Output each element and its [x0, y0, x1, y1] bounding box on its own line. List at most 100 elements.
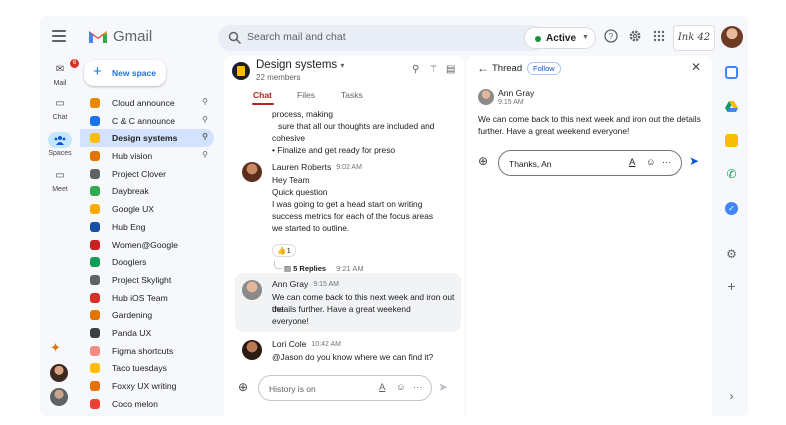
search-input[interactable]: Search mail and chat	[247, 31, 346, 43]
rail-spaces[interactable]: Spaces	[40, 132, 80, 157]
keep-icon[interactable]	[725, 134, 738, 147]
search-bar[interactable]: Search mail and chat ▼	[218, 25, 546, 51]
space-item[interactable]: C & C announce ⚲	[80, 112, 214, 130]
follow-button[interactable]: Follow	[527, 62, 561, 75]
space-name: Taco tuesdays	[112, 363, 167, 374]
gmail-app: Gmail Search mail and chat ▼ Active ▼ ? …	[40, 16, 748, 416]
space-item[interactable]: Hub vision ⚲	[80, 147, 214, 165]
right-sidebar: ✆ ✓ ⚙ + ›	[716, 60, 748, 416]
rail-mail-label: Mail	[53, 80, 67, 87]
add-attachment-icon[interactable]: ⊕	[238, 380, 248, 394]
menu-icon[interactable]	[52, 30, 66, 42]
message-text: sure that all our thoughts are included …	[278, 121, 435, 131]
chevron-right-icon[interactable]: ›	[725, 390, 738, 403]
send-icon[interactable]: ➤	[438, 380, 448, 394]
space-item[interactable]: Design systems ⚲	[80, 129, 214, 148]
pin-icon[interactable]: ⚲	[202, 132, 208, 141]
apps-grid-icon[interactable]	[650, 29, 668, 47]
message-compose[interactable]: History is on A ☺ ···	[258, 375, 432, 401]
space-item[interactable]: Daybreak	[80, 182, 214, 200]
video-camera-icon: ▭	[55, 170, 65, 181]
space-item[interactable]: Coco melon	[80, 395, 214, 413]
add-icon[interactable]: +	[725, 279, 738, 293]
thread-list-icon[interactable]: ▤	[446, 64, 455, 75]
compose-input[interactable]: History is on	[269, 384, 316, 394]
space-item[interactable]: Dooglers	[80, 253, 214, 271]
author-name: Lauren Roberts	[272, 162, 332, 172]
addons-icon[interactable]: ⚙	[725, 248, 738, 261]
space-item[interactable]: Panda UX	[80, 324, 214, 342]
contact-avatar[interactable]	[50, 364, 68, 382]
space-name: Coco melon	[112, 398, 158, 409]
format-text-icon[interactable]: A	[379, 382, 385, 393]
emoji-icon[interactable]: ☺	[396, 382, 406, 393]
space-item[interactable]: Women@Google	[80, 236, 214, 254]
space-item[interactable]: Gardening	[80, 306, 214, 324]
chat-icon: ▭	[55, 98, 65, 109]
new-space-button[interactable]: + New space	[84, 60, 166, 86]
organization-logo[interactable]: Ink 42	[673, 25, 715, 51]
account-avatar[interactable]	[721, 26, 743, 48]
plus-icon: +	[93, 63, 102, 80]
format-text-icon[interactable]: A	[629, 157, 635, 168]
author-avatar[interactable]	[242, 280, 262, 300]
more-options-icon[interactable]: ···	[662, 157, 672, 168]
message-header: Ann Gray 9:15 AM	[272, 279, 339, 289]
author-avatar[interactable]	[242, 340, 262, 360]
space-item[interactable]: Project Skylight	[80, 271, 214, 289]
space-icon	[90, 327, 100, 338]
rail-chat[interactable]: ▭ Chat	[40, 96, 80, 121]
space-title[interactable]: Design systems ▾	[256, 59, 344, 71]
message-text: Hey Team	[272, 175, 310, 185]
emoji-icon[interactable]: ☺	[646, 157, 656, 168]
tab-files[interactable]: Files	[297, 90, 315, 100]
status-label: Active	[546, 33, 577, 44]
tab-tasks[interactable]: Tasks	[341, 90, 363, 100]
hub-vision-shortcut-icon[interactable]: ✦	[50, 340, 61, 356]
status-selector[interactable]: Active ▼	[524, 27, 596, 49]
contact-avatar[interactable]	[50, 388, 68, 406]
reply-icon: ▤	[284, 264, 294, 273]
space-item[interactable]: Figma shortcuts	[80, 342, 214, 360]
replies-link[interactable]: ▤ 5 Replies 9:21 AM	[284, 264, 364, 273]
pin-icon[interactable]: ⚲	[202, 115, 208, 124]
mail-icon: ✉ 6	[48, 59, 79, 78]
pin-icon[interactable]: ⚲	[202, 97, 208, 106]
search-icon[interactable]: ⚲	[412, 64, 419, 75]
tasks-icon[interactable]: ✓	[725, 202, 738, 215]
pin-icon[interactable]: ⚚	[429, 64, 438, 75]
pin-icon[interactable]: ⚲	[202, 150, 208, 159]
back-arrow-icon[interactable]: ←	[477, 61, 489, 75]
space-item[interactable]: Google UX	[80, 200, 214, 218]
message-text: details further. Have a great weekend	[272, 304, 411, 314]
search-icon[interactable]	[228, 31, 242, 45]
chevron-down-icon[interactable]: ▾	[340, 61, 344, 70]
calendar-icon[interactable]	[725, 66, 738, 79]
more-options-icon[interactable]: ···	[413, 382, 423, 393]
thread-compose[interactable]: Thanks, An A ☺ ···	[498, 150, 682, 176]
author-avatar[interactable]	[242, 162, 262, 182]
rail-mail[interactable]: ✉ 6 Mail	[40, 59, 80, 87]
close-icon[interactable]: ✕	[691, 60, 701, 74]
drive-icon[interactable]	[725, 100, 738, 113]
space-item[interactable]: Foxxy UX writing	[80, 377, 214, 395]
rail-meet[interactable]: ▭ Meet	[40, 168, 80, 193]
add-attachment-icon[interactable]: ⊕	[478, 154, 488, 168]
space-name: Hub Eng	[112, 221, 146, 232]
phone-icon[interactable]: ✆	[725, 168, 738, 181]
top-bar: Gmail Search mail and chat ▼ Active ▼ ? …	[40, 16, 748, 60]
tab-chat[interactable]: Chat	[253, 90, 272, 100]
space-icon	[90, 239, 100, 250]
gear-icon[interactable]	[626, 29, 644, 47]
space-item[interactable]: Hub iOS Team	[80, 289, 214, 307]
mail-badge: 6	[70, 59, 79, 68]
space-item[interactable]: Taco tuesdays	[80, 359, 214, 377]
space-item[interactable]: Cloud announce ⚲	[80, 94, 214, 112]
help-icon[interactable]: ?	[602, 29, 620, 47]
thread-reply-input[interactable]: Thanks, An	[509, 159, 552, 169]
space-item[interactable]: Hub Eng	[80, 218, 214, 236]
send-icon[interactable]: ➤	[689, 154, 699, 168]
space-item[interactable]: Project Clover	[80, 165, 214, 183]
author-avatar[interactable]	[478, 89, 494, 105]
reaction-chip[interactable]: 👍1	[272, 244, 296, 257]
